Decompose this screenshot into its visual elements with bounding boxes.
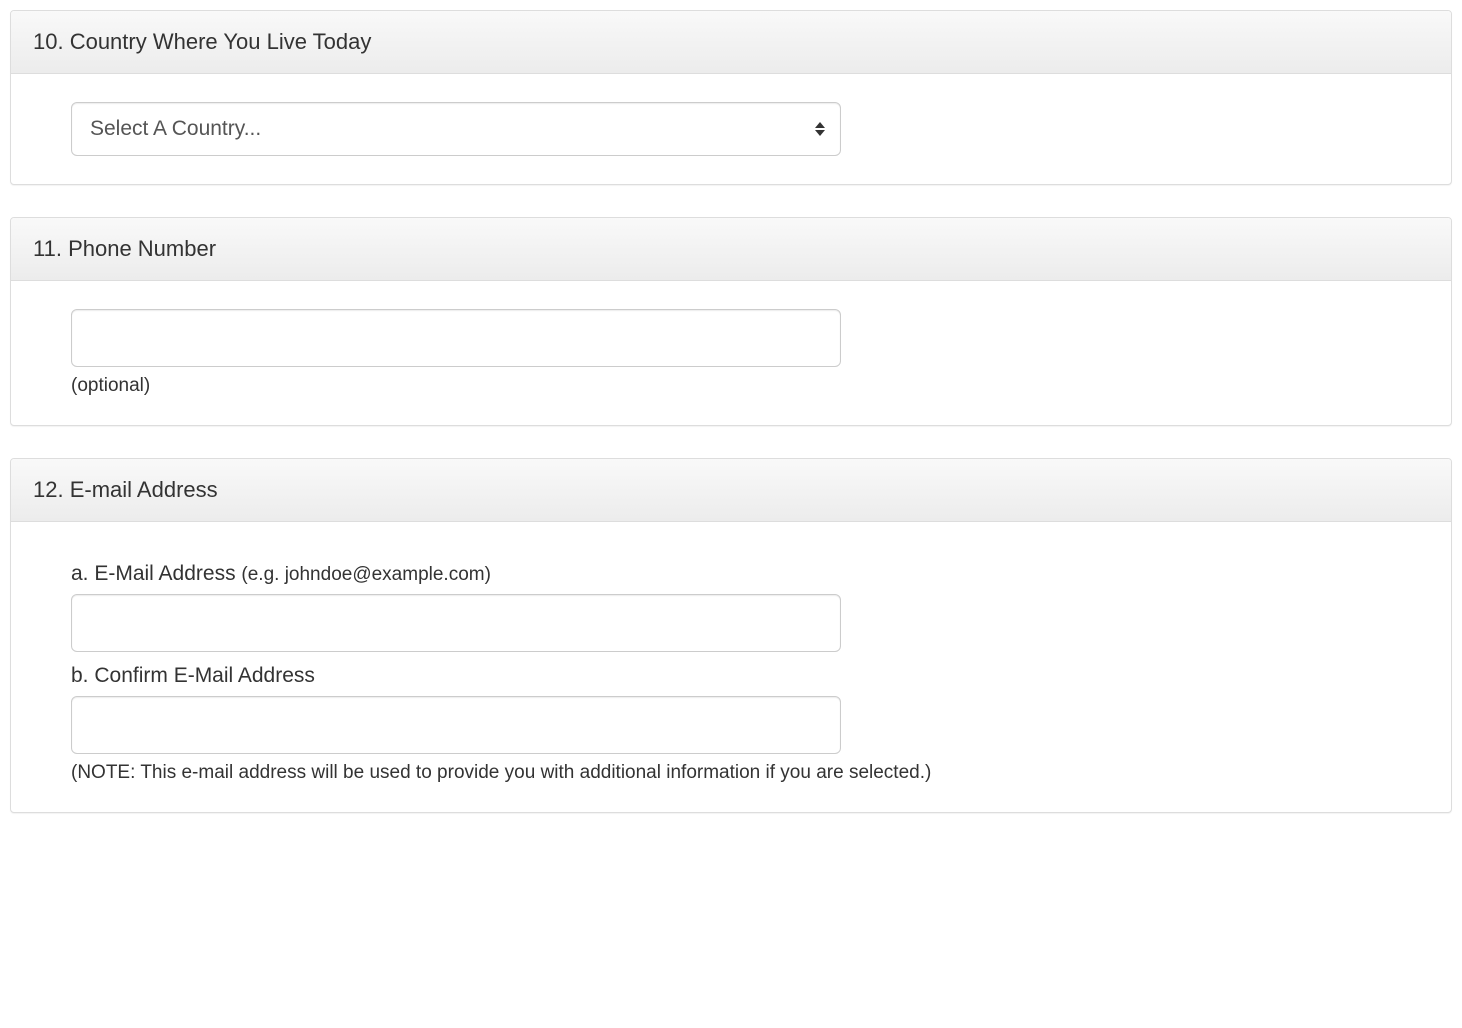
email-group-b: b. Confirm E-Mail Address bbox=[71, 664, 1391, 754]
question-10-panel: 10. Country Where You Live Today Select … bbox=[10, 10, 1452, 185]
question-12-title: 12. E-mail Address bbox=[11, 459, 1451, 522]
country-select[interactable]: Select A Country... bbox=[71, 102, 841, 156]
email-group-a: a. E-Mail Address (e.g. johndoe@example.… bbox=[71, 562, 1391, 652]
email-a-label-text: a. E-Mail Address bbox=[71, 562, 241, 585]
question-10-title: 10. Country Where You Live Today bbox=[11, 11, 1451, 74]
phone-optional-label: (optional) bbox=[71, 375, 1391, 397]
email-b-label: b. Confirm E-Mail Address bbox=[71, 664, 1391, 688]
question-12-body: a. E-Mail Address (e.g. johndoe@example.… bbox=[11, 522, 1451, 812]
email-input[interactable] bbox=[71, 594, 841, 652]
email-a-hint: (e.g. johndoe@example.com) bbox=[241, 564, 491, 585]
email-note: (NOTE: This e-mail address will be used … bbox=[71, 762, 1391, 784]
question-10-body: Select A Country... bbox=[11, 74, 1451, 184]
question-11-panel: 11. Phone Number (optional) bbox=[10, 217, 1452, 426]
phone-input[interactable] bbox=[71, 309, 841, 367]
country-select-wrap: Select A Country... bbox=[71, 102, 841, 156]
question-11-title: 11. Phone Number bbox=[11, 218, 1451, 281]
question-11-body: (optional) bbox=[11, 281, 1451, 425]
question-12-panel: 12. E-mail Address a. E-Mail Address (e.… bbox=[10, 458, 1452, 813]
email-a-label: a. E-Mail Address (e.g. johndoe@example.… bbox=[71, 562, 1391, 586]
confirm-email-input[interactable] bbox=[71, 696, 841, 754]
